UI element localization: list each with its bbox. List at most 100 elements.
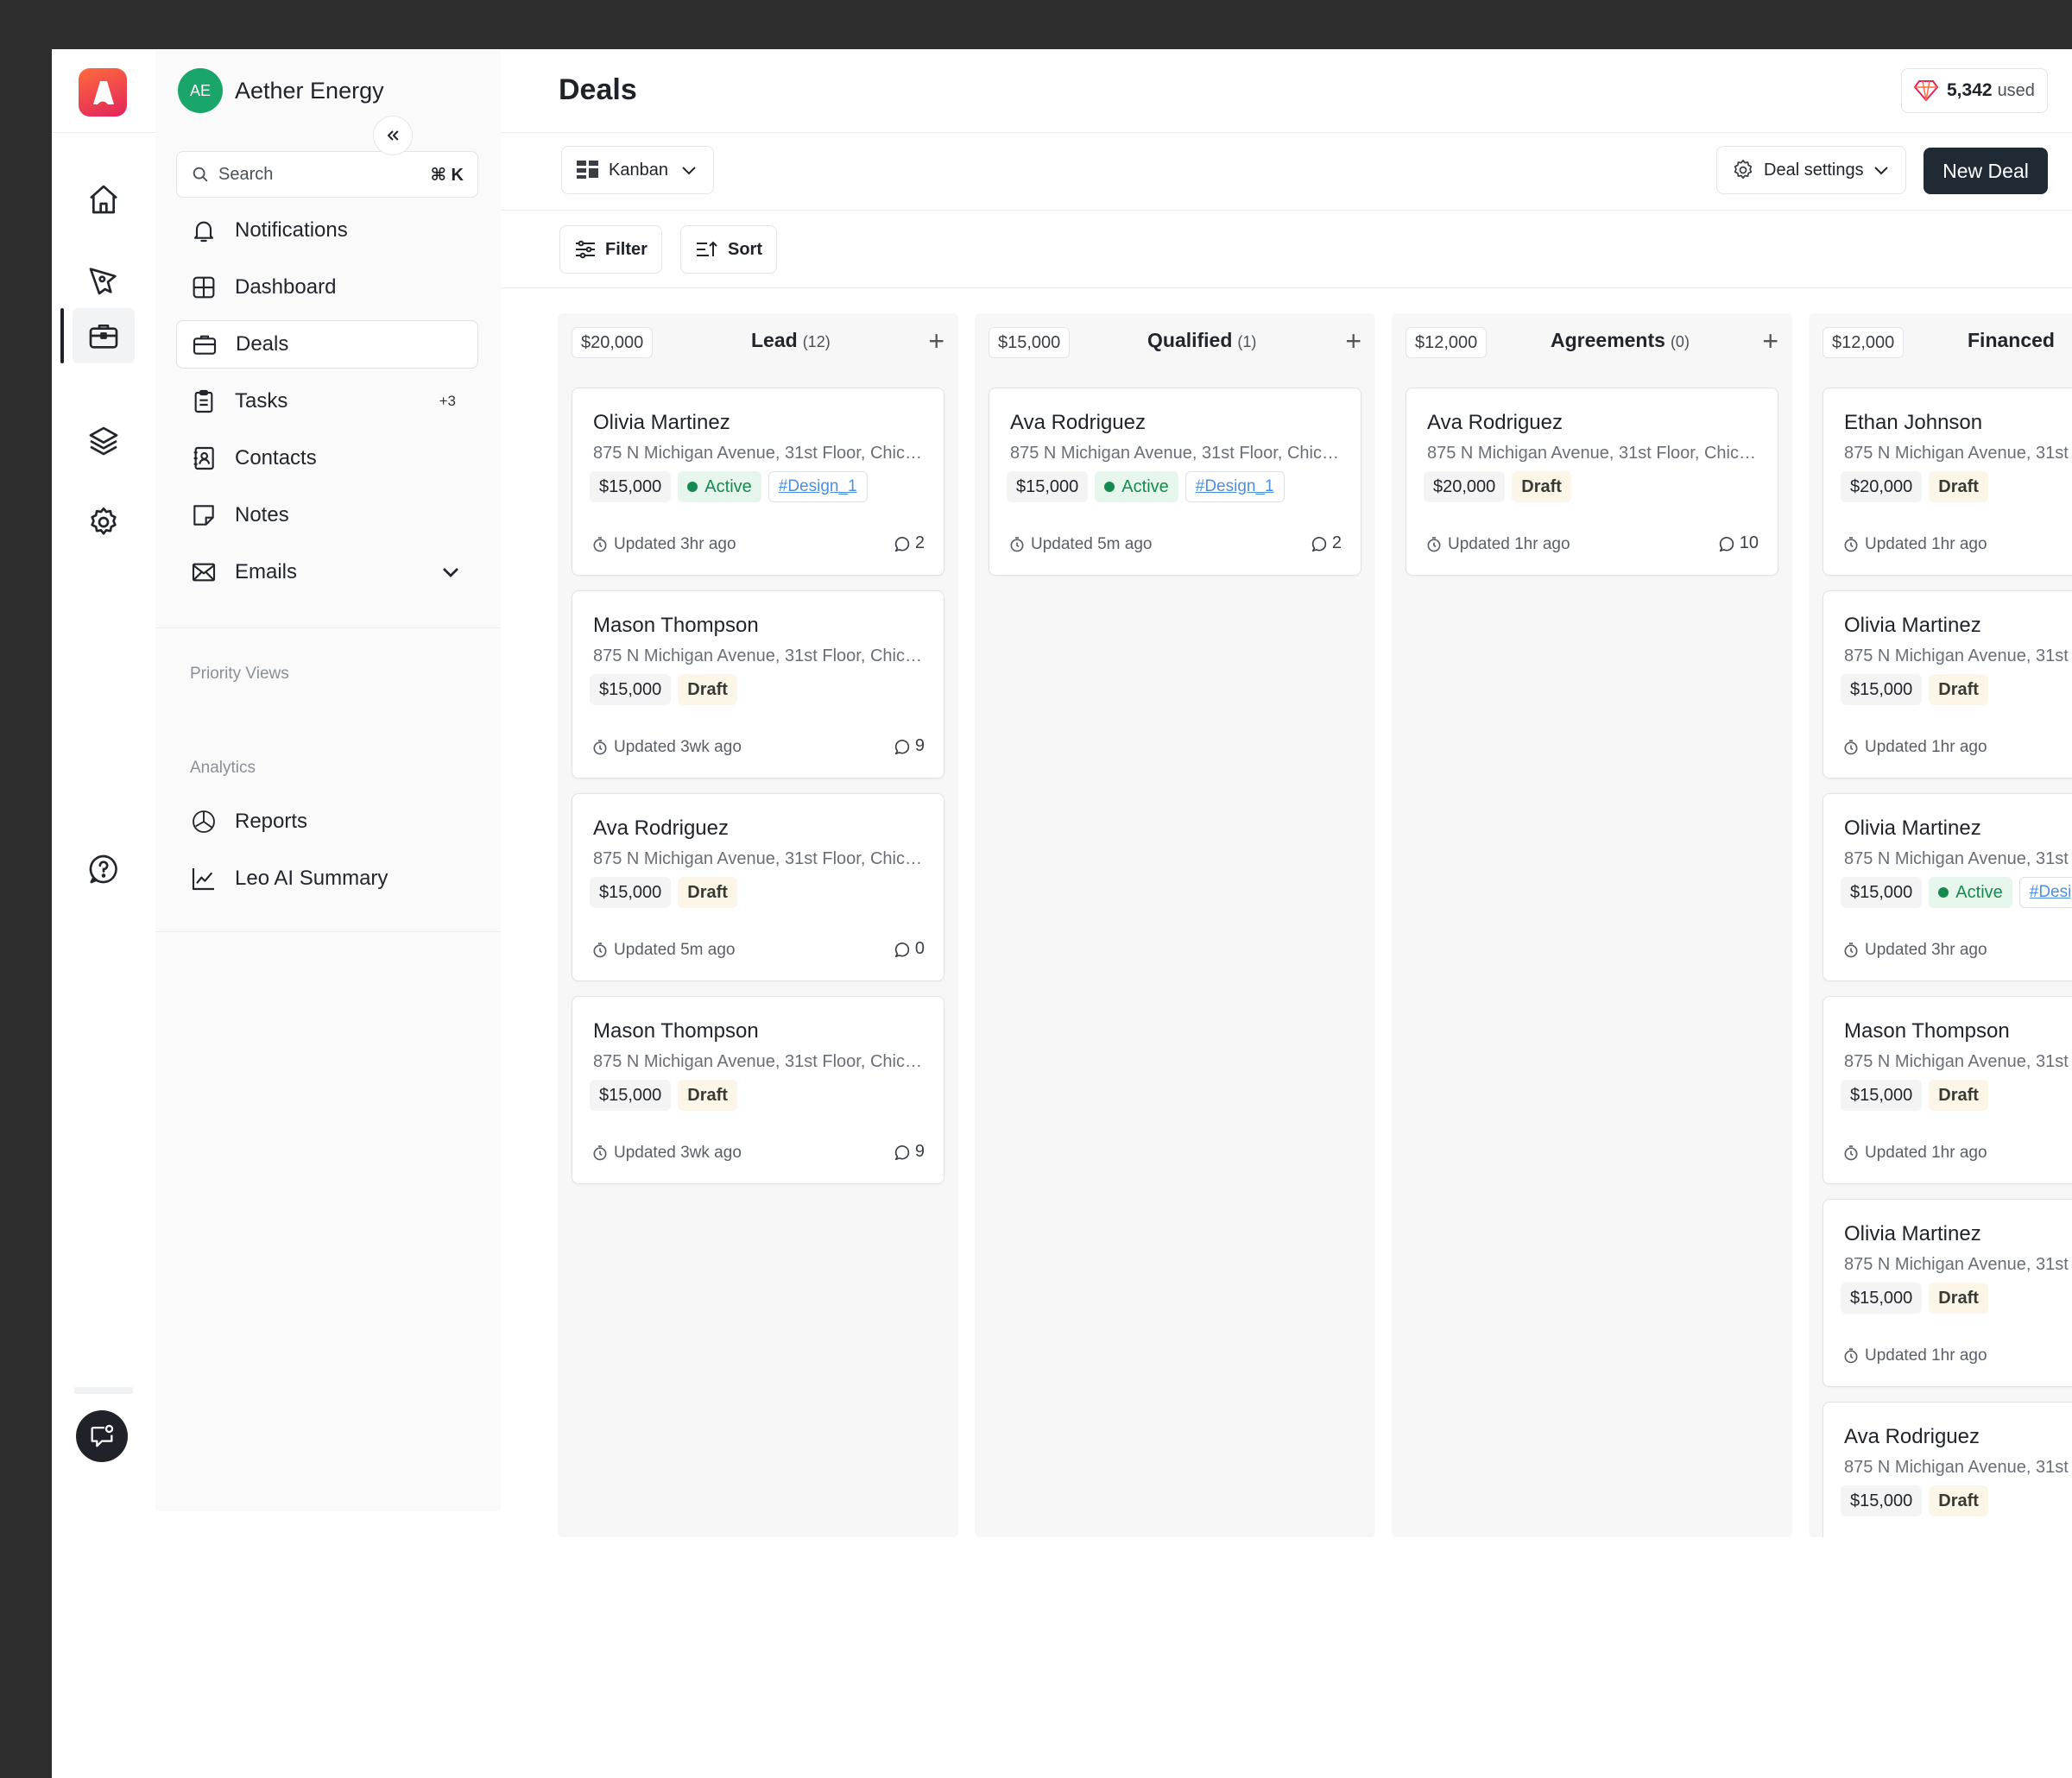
nav-notifications[interactable]: Notifications	[176, 206, 478, 255]
filter-button[interactable]: Filter	[559, 225, 662, 274]
clock-icon	[1844, 1348, 1858, 1364]
updated-time: Updated 3wk ago	[591, 1144, 742, 1163]
price-tag: $15,000	[590, 471, 672, 502]
nav-notes[interactable]: Notes	[176, 491, 478, 539]
tag-link[interactable]: #Design_1	[2018, 877, 2072, 908]
deal-tags: $15,000 Draft	[590, 1080, 737, 1111]
divider	[501, 210, 2072, 211]
comment-value: 9	[914, 736, 925, 755]
deal-contact-name: Olivia Martinez	[1844, 1222, 1981, 1245]
deal-card[interactable]: Olivia Martinez 875 N Michigan Avenue, 31…	[1822, 1199, 2072, 1387]
comment-count[interactable]: 2	[1310, 533, 1342, 553]
tag-link[interactable]: #Design_1	[1184, 471, 1285, 502]
add-card-button[interactable]: +	[928, 325, 944, 357]
nav-dashboard[interactable]: Dashboard	[176, 263, 478, 312]
usage-badge[interactable]: 5,342 used	[1901, 68, 2048, 113]
deal-card[interactable]: Mason Thompson 875 N Michigan Avenue, 31s…	[572, 590, 944, 779]
updated-time: Updated 3hr ago	[591, 535, 736, 554]
column-count: (0)	[1670, 333, 1690, 350]
deal-address: 875 N Michigan Avenue, 31st Floor, Chica…	[1427, 444, 1764, 463]
comment-count[interactable]: 2	[893, 533, 925, 553]
chevron-down-icon[interactable]	[437, 558, 464, 586]
deal-tags: $15,000Active#Design_1	[1841, 877, 2072, 908]
new-deal-button[interactable]: New Deal	[1924, 148, 2048, 194]
comment-icon	[894, 942, 910, 957]
deal-card[interactable]: Ava Rodriguez 875 N Michigan Avenue, 31st…	[1406, 388, 1778, 576]
clock-icon	[1844, 1145, 1858, 1161]
price-tag: $15,000	[590, 674, 672, 705]
column-amount: $12,000	[1822, 327, 1905, 358]
deal-tags: $15,000 Draft	[1841, 1485, 1988, 1516]
avatar: AE	[178, 68, 223, 113]
org-switcher[interactable]: AE Aether Energy	[178, 68, 384, 113]
nav-leo-ai-summary[interactable]: Leo AI Summary	[176, 854, 478, 903]
status-badge: Draft	[1929, 1080, 1988, 1111]
deal-card[interactable]: Olivia Martinez 875 N Michigan Avenue, 31…	[1822, 793, 2072, 981]
app-logo[interactable]	[79, 68, 127, 117]
clock-icon	[593, 943, 607, 958]
updated-label: Updated 1hr ago	[1865, 1346, 1987, 1365]
search-icon	[193, 167, 208, 182]
add-card-button[interactable]: +	[1762, 325, 1778, 357]
divider	[155, 627, 501, 628]
price-tag: $20,000	[1424, 471, 1506, 502]
chat-icon[interactable]	[76, 1410, 128, 1462]
search-input[interactable]: Search ⌘ K	[176, 151, 478, 198]
nav-deals[interactable]: Deals	[176, 320, 478, 369]
deal-address: 875 N Michigan Avenue, 31st Floor, Chica…	[593, 849, 930, 868]
divider	[52, 132, 155, 133]
chevron-down-icon	[682, 167, 696, 175]
comment-count[interactable]: 9	[893, 1142, 925, 1162]
updated-label: Updated 1hr ago	[1865, 1144, 1987, 1162]
nav-emails[interactable]: Emails	[176, 548, 478, 596]
sort-button[interactable]: Sort	[680, 225, 777, 274]
updated-label: Updated 5m ago	[1031, 535, 1153, 553]
deal-card[interactable]: Olivia Martinez 875 N Michigan Avenue, 31…	[1822, 590, 2072, 779]
help-circle-icon[interactable]	[73, 842, 135, 897]
column-header: $20,000 Lead (12) +	[558, 313, 958, 370]
comment-count[interactable]: 9	[893, 736, 925, 756]
updated-label: Updated 3wk ago	[614, 1144, 742, 1162]
deal-card[interactable]: Ethan Johnson 875 N Michigan Avenue, 31st…	[1822, 388, 2072, 576]
comment-value: 2	[914, 533, 925, 552]
kanban-column: $12,000 Financed Ethan Johnson 875 N Michig…	[1809, 313, 2072, 1537]
note-icon	[193, 505, 214, 526]
column-name: Financed	[1968, 329, 2055, 351]
deal-card[interactable]: Ava Rodriguez 875 N Michigan Avenue, 31st…	[1822, 1402, 2072, 1537]
updated-label: Updated 3hr ago	[1865, 941, 1987, 959]
comment-count[interactable]: 0	[893, 939, 925, 959]
view-selector[interactable]: Kanban	[561, 146, 714, 194]
deal-card[interactable]: Mason Thompson 875 N Michigan Avenue, 31s…	[572, 996, 944, 1184]
nav-tasks[interactable]: Tasks +3	[176, 377, 478, 426]
updated-label: Updated 1hr ago	[1865, 535, 1987, 553]
updated-time: Updated 3hr ago	[1842, 941, 1987, 960]
deal-tags: $15,000 Draft	[1841, 1283, 1988, 1314]
updated-time: Updated 5m ago	[591, 941, 736, 960]
column-header: $12,000 Financed	[1809, 313, 2072, 370]
clock-icon	[1427, 537, 1441, 552]
grid-icon	[193, 276, 215, 299]
comment-count[interactable]: 10	[1717, 533, 1759, 553]
tag-link[interactable]: #Design_1	[768, 471, 868, 502]
briefcase-icon[interactable]	[73, 308, 135, 363]
nav-contacts[interactable]: Contacts	[176, 434, 478, 482]
deal-card[interactable]: Olivia Martinez 875 N Michigan Avenue, 31…	[572, 388, 944, 576]
gear-icon[interactable]	[73, 495, 135, 550]
nav-reports[interactable]: Reports	[176, 798, 478, 846]
deal-address: 875 N Michigan Avenue, 31st Floor, Chica…	[593, 646, 930, 665]
pen-tool-icon[interactable]	[73, 253, 135, 308]
layers-icon[interactable]	[73, 413, 135, 469]
clock-icon	[593, 537, 607, 552]
deal-settings-button[interactable]: Deal settings	[1716, 146, 1906, 194]
updated-time: Updated 3wk ago	[591, 738, 742, 757]
add-card-button[interactable]: +	[1345, 325, 1361, 357]
deal-tags: $15,000 Draft	[590, 877, 737, 908]
home-icon[interactable]	[73, 172, 135, 227]
clock-icon	[1844, 740, 1858, 755]
collapse-sidebar-button[interactable]	[373, 116, 413, 155]
deal-card[interactable]: Ava Rodriguez 875 N Michigan Avenue, 31st…	[989, 388, 1361, 576]
column-title: Financed	[1968, 329, 2060, 352]
comment-value: 10	[1739, 533, 1759, 552]
deal-card[interactable]: Ava Rodriguez 875 N Michigan Avenue, 31st…	[572, 793, 944, 981]
deal-card[interactable]: Mason Thompson 875 N Michigan Avenue, 31s…	[1822, 996, 2072, 1184]
